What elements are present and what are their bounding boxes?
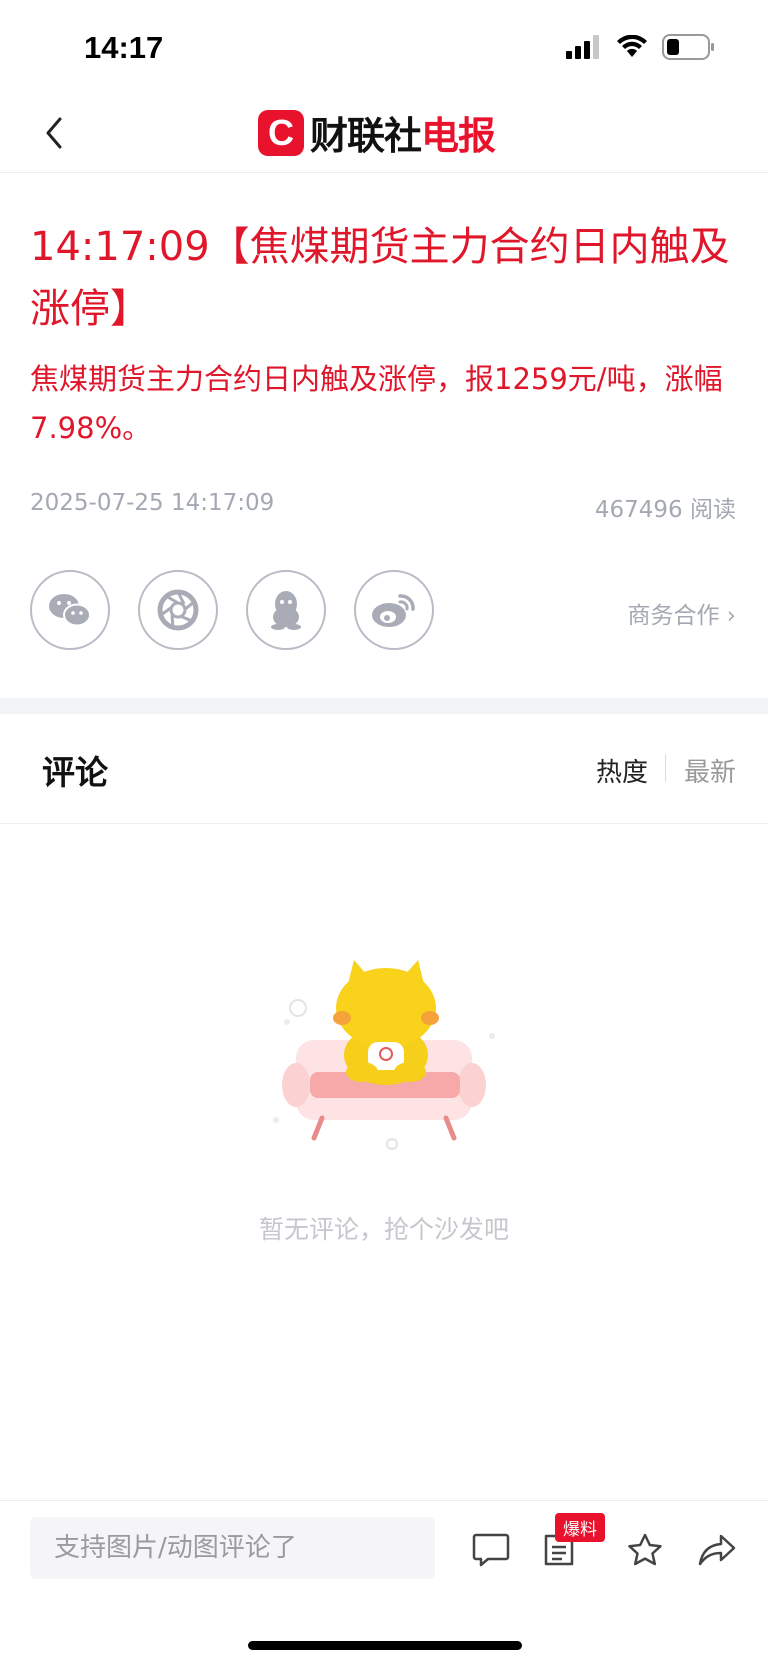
comments-title: 评论 — [42, 753, 108, 792]
wechat-icon — [49, 594, 91, 627]
comments-header: 评论 热度 最新 — [0, 714, 768, 824]
share-moments-button[interactable] — [138, 570, 218, 650]
tip-off-badge: 爆料 — [555, 1513, 605, 1542]
nav-bar: C 财联社电报 — [0, 95, 768, 173]
read-count: 467496 阅读 — [594, 497, 736, 523]
empty-comments-text: 暂无评论，抢个沙发吧 — [258, 1215, 509, 1244]
article-summary: 焦煤期货主力合约日内触及涨停，报1259元/吨，涨幅7.98%。 — [30, 362, 723, 445]
home-indicator — [248, 1641, 522, 1650]
article-headline: 14:17:09【焦煤期货主力合约日内触及涨停】 — [30, 224, 730, 332]
comment-input[interactable] — [30, 1517, 435, 1579]
logo-mark-icon: C — [258, 109, 304, 156]
section-divider — [0, 698, 768, 714]
business-cooperation-link[interactable]: 商务合作 › — [627, 596, 736, 630]
share-weibo-button[interactable] — [354, 570, 434, 650]
logo-text-primary: 财联社 — [310, 114, 422, 158]
sort-hot-tab[interactable]: 热度 — [596, 752, 648, 789]
sort-new-tab[interactable]: 最新 — [684, 752, 736, 789]
empty-comments-illustration — [273, 960, 495, 1150]
sort-divider — [665, 754, 666, 782]
status-time: 14:17 — [84, 30, 164, 65]
chevron-left-icon — [46, 117, 62, 149]
status-icons — [566, 34, 716, 60]
share-button[interactable] — [694, 1527, 740, 1573]
favorite-button[interactable] — [622, 1527, 668, 1573]
share-qq-button[interactable] — [246, 570, 326, 650]
weibo-icon — [372, 594, 415, 627]
logo-text: 财联社电报 — [310, 105, 496, 160]
star-icon — [628, 1533, 662, 1566]
comment-icon — [472, 1533, 510, 1567]
status-bar: 14:17 — [0, 0, 768, 95]
bottom-toolbar: 爆料 — [0, 1500, 768, 1663]
cellular-signal-icon — [566, 35, 599, 59]
qq-icon — [271, 591, 301, 630]
comment-button[interactable] — [468, 1527, 514, 1573]
share-wechat-button[interactable] — [30, 570, 110, 650]
app-logo: C 财联社电报 — [258, 105, 496, 160]
battery-icon — [662, 34, 714, 60]
moments-icon — [157, 589, 199, 631]
share-arrow-icon — [698, 1534, 736, 1566]
back-button[interactable] — [34, 109, 74, 157]
wifi-icon — [617, 35, 647, 57]
logo-text-accent: 电报 — [421, 114, 496, 158]
share-row — [30, 570, 434, 650]
article-date: 2025-07-25 14:17:09 — [30, 490, 275, 516]
